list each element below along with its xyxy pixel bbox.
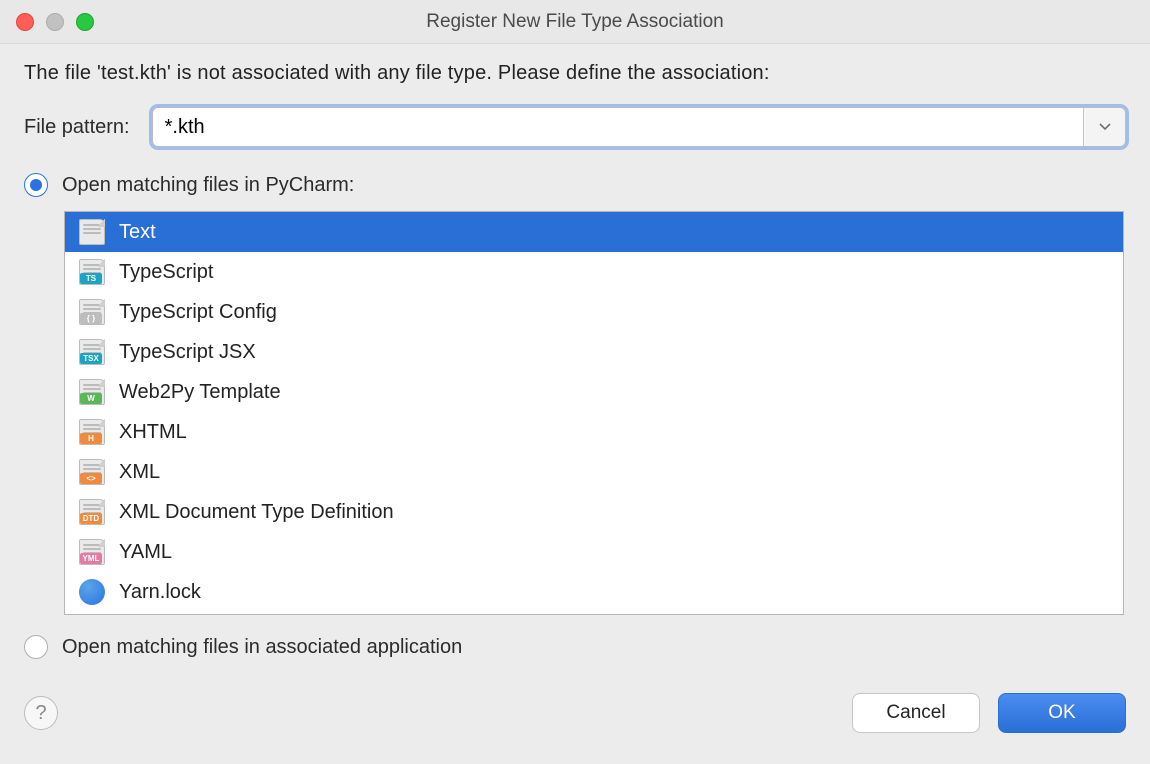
yarn-icon — [79, 579, 105, 605]
file-pattern-input[interactable] — [153, 108, 1083, 146]
file-type-item[interactable]: TS TypeScript — [65, 252, 1123, 292]
file-pattern-row: File pattern: — [24, 107, 1126, 147]
file-type-icon: YML — [79, 539, 105, 565]
file-type-item[interactable]: W Web2Py Template — [65, 372, 1123, 412]
file-type-label: TypeScript — [119, 261, 213, 284]
ok-button[interactable]: OK — [998, 693, 1126, 733]
file-type-item[interactable]: Yarn.lock — [65, 572, 1123, 612]
file-type-item[interactable]: YML YAML — [65, 532, 1123, 572]
file-type-label: XHTML — [119, 421, 187, 444]
file-type-item[interactable]: Text — [65, 212, 1123, 252]
dialog-message: The file 'test.kth' is not associated wi… — [24, 62, 1126, 85]
file-type-icon: TS — [79, 259, 105, 285]
radio-button-icon — [24, 635, 48, 659]
radio-button-icon — [24, 173, 48, 197]
file-type-icon: <> — [79, 459, 105, 485]
file-type-icon: W — [79, 379, 105, 405]
file-pattern-dropdown-button[interactable] — [1083, 108, 1125, 146]
file-type-icon — [79, 219, 105, 245]
close-window-button[interactable] — [16, 13, 34, 31]
option-open-in-associated-app-label: Open matching files in associated applic… — [62, 636, 462, 659]
option-open-in-pycharm[interactable]: Open matching files in PyCharm: — [24, 173, 1126, 197]
file-type-label: XML Document Type Definition — [119, 501, 394, 524]
file-type-item[interactable]: <> XML — [65, 452, 1123, 492]
dialog-footer: ? Cancel OK — [0, 693, 1150, 755]
file-type-label: Text — [119, 221, 156, 244]
option-open-in-pycharm-label: Open matching files in PyCharm: — [62, 174, 354, 197]
dialog-content: The file 'test.kth' is not associated wi… — [0, 44, 1150, 693]
file-type-label: TypeScript Config — [119, 301, 277, 324]
file-pattern-combobox[interactable] — [152, 107, 1126, 147]
file-type-label: YAML — [119, 541, 172, 564]
file-type-item[interactable]: { } TypeScript Config — [65, 292, 1123, 332]
file-type-icon: TSX — [79, 339, 105, 365]
file-type-icon: { } — [79, 299, 105, 325]
cancel-button[interactable]: Cancel — [852, 693, 980, 733]
minimize-window-button[interactable] — [46, 13, 64, 31]
file-type-label: XML — [119, 461, 160, 484]
file-type-label: TypeScript JSX — [119, 341, 256, 364]
window-title: Register New File Type Association — [426, 11, 723, 33]
file-pattern-label: File pattern: — [24, 116, 130, 139]
file-type-item[interactable]: TSX TypeScript JSX — [65, 332, 1123, 372]
file-type-icon: H — [79, 419, 105, 445]
file-type-item[interactable]: H XHTML — [65, 412, 1123, 452]
chevron-down-icon — [1099, 123, 1111, 131]
file-type-icon: DTD — [79, 499, 105, 525]
file-type-label: Web2Py Template — [119, 381, 281, 404]
file-type-item[interactable]: DTD XML Document Type Definition — [65, 492, 1123, 532]
zoom-window-button[interactable] — [76, 13, 94, 31]
titlebar: Register New File Type Association — [0, 0, 1150, 44]
window-controls — [16, 13, 94, 31]
help-button[interactable]: ? — [24, 696, 58, 730]
file-type-list[interactable]: Text TS TypeScript { } TypeScript Config… — [64, 211, 1124, 615]
option-open-in-associated-app[interactable]: Open matching files in associated applic… — [24, 635, 1126, 659]
file-type-label: Yarn.lock — [119, 581, 201, 604]
